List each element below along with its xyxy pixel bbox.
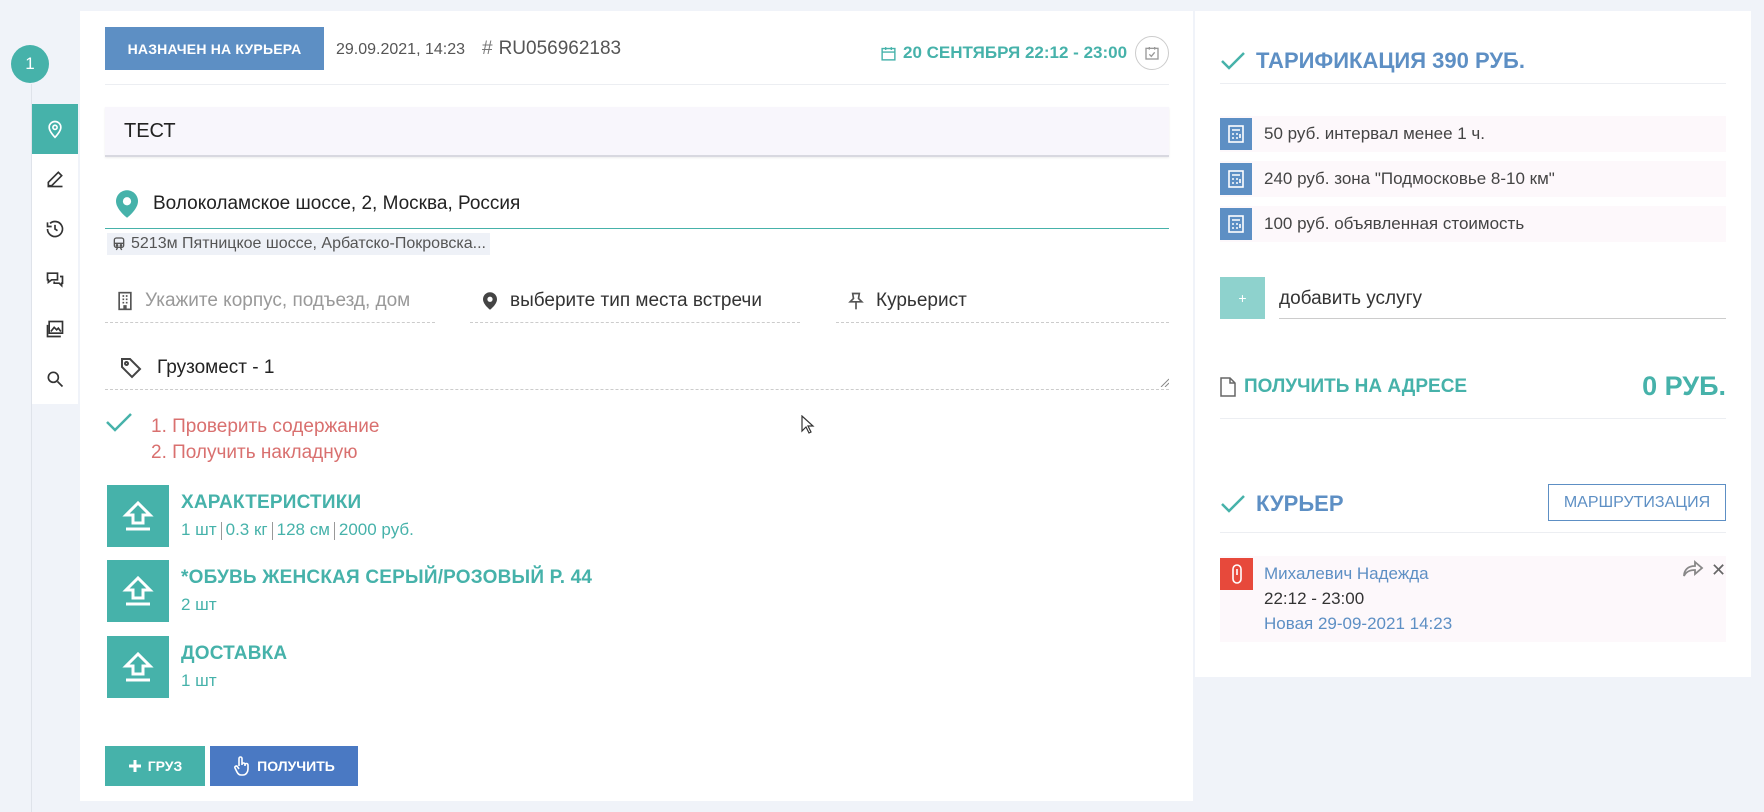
routing-button[interactable]: МАРШРУТИЗАЦИЯ xyxy=(1548,484,1726,521)
product-row[interactable]: ХАРАКТЕРИСТИКИ 1 шт 0.3 кг 128 см 2000 руб. xyxy=(107,485,414,547)
calculator-icon xyxy=(1220,118,1252,150)
rail-edit-button[interactable] xyxy=(32,154,78,204)
rail-location-button[interactable] xyxy=(32,104,78,154)
mouse-cursor-icon xyxy=(801,415,815,434)
upload-icon[interactable] xyxy=(107,636,169,698)
history-icon xyxy=(46,220,64,238)
collect-label: ПОЛУЧИТЬ НА АДРЕСЕ xyxy=(1220,376,1467,398)
metro-station: 5213м Пятницкое шоссе, Арбатско-Покровск… xyxy=(107,233,490,255)
delivery-window-text: 20 СЕНТЯБРЯ 22:12 - 23:00 xyxy=(903,43,1128,62)
product-meta: 2 шт xyxy=(181,595,217,614)
search-icon xyxy=(47,371,64,388)
tariff-item: 240 руб. зона "Подмосковье 8-10 км" xyxy=(1220,161,1726,197)
close-icon[interactable]: ✕ xyxy=(1711,560,1726,581)
cargo-places-value: Грузомест - 1 xyxy=(157,356,275,378)
tag-icon xyxy=(105,356,157,380)
product-name: *ОБУВЬ ЖЕНСКАЯ СЕРЫЙ/РОЗОВЫЙ Р. 44 xyxy=(181,567,593,588)
receive-button[interactable]: ПОЛУЧИТЬ xyxy=(210,746,358,786)
hash-icon: # xyxy=(482,38,493,59)
rail-search-button[interactable] xyxy=(32,354,78,404)
calendar-check-icon xyxy=(1145,47,1159,60)
calendar-icon xyxy=(881,46,896,61)
delivery-window[interactable]: 20 СЕНТЯБРЯ 22:12 - 23:00 xyxy=(880,43,1127,63)
task-item: 2. Получить накладную xyxy=(151,442,358,463)
tariff-title: ТАРИФИКАЦИЯ 390 РУБ. xyxy=(1256,48,1525,73)
hand-pointer-icon xyxy=(234,756,249,776)
rail-chat-button[interactable] xyxy=(32,254,78,304)
collect-divider xyxy=(1220,418,1726,419)
resize-handle-icon[interactable] xyxy=(1159,377,1169,387)
courier-divider xyxy=(1220,532,1726,533)
tariff-item-text: 240 руб. зона "Подмосковье 8-10 км" xyxy=(1264,169,1555,188)
address-input[interactable]: Волоколамское шоссе, 2, Москва, Россия xyxy=(105,179,1169,229)
task-item: 1. Проверить содержание xyxy=(151,416,380,437)
tariff-item-text: 100 руб. объявленная стоимость xyxy=(1264,214,1525,233)
courier-status: Новая 29-09-2021 14:23 xyxy=(1264,614,1453,633)
map-marker-icon xyxy=(105,189,149,218)
tariff-item-text: 50 руб. интервал менее 1 ч. xyxy=(1264,124,1486,143)
courier-time: 22:12 - 23:00 xyxy=(1264,589,1365,608)
order-panel: НАЗНАЧЕН НА КУРЬЕРА 29.09.2021, 14:23 # R… xyxy=(80,11,1193,801)
walking-courier-icon xyxy=(1220,558,1253,590)
cargo-places-input[interactable]: Грузомест - 1 xyxy=(105,346,1169,390)
upload-icon[interactable] xyxy=(107,560,169,622)
share-icon[interactable] xyxy=(1682,560,1704,578)
check-icon xyxy=(1221,52,1245,70)
check-icon xyxy=(1221,495,1245,513)
header-divider xyxy=(105,84,1169,85)
product-meta: 1 шт xyxy=(181,671,217,690)
address-text: Волоколамское шоссе, 2, Москва, Россия xyxy=(153,192,521,214)
building-input[interactable]: Укажите корпус, подъезд, дом xyxy=(105,279,435,323)
product-row[interactable]: ДОСТАВКА 1 шт xyxy=(107,636,287,698)
meeting-place-select[interactable]: выберите тип места встречи xyxy=(470,279,800,323)
order-created-date: 29.09.2021, 14:23 xyxy=(336,41,466,58)
order-number-value: RU056962183 xyxy=(498,38,622,59)
courier-name[interactable]: Михалевич Надежда xyxy=(1264,564,1429,584)
calculator-icon xyxy=(1220,163,1252,195)
add-service-button[interactable]: + xyxy=(1220,277,1265,319)
plus-icon xyxy=(128,760,141,772)
calculator-icon xyxy=(1220,208,1252,240)
chat-icon xyxy=(46,272,64,288)
product-meta: 1 шт 0.3 кг 128 см 2000 руб. xyxy=(181,520,414,540)
add-cargo-button[interactable]: ГРУЗ xyxy=(105,746,205,786)
pushpin-icon xyxy=(836,290,876,312)
product-row[interactable]: *ОБУВЬ ЖЕНСКАЯ СЕРЫЙ/РОЗОВЫЙ Р. 44 2 шт xyxy=(107,560,592,622)
gallery-icon xyxy=(46,320,64,338)
tariff-divider xyxy=(1220,83,1726,84)
metro-text: 5213м Пятницкое шоссе, Арбатско-Покровск… xyxy=(131,235,486,252)
order-title-input[interactable]: ТЕСТ xyxy=(105,107,1169,157)
building-placeholder: Укажите корпус, подъезд, дом xyxy=(145,289,411,311)
step-badge: 1 xyxy=(11,45,49,83)
tariff-header: ТАРИФИКАЦИЯ 390 РУБ. xyxy=(1220,48,1525,74)
map-pin-icon xyxy=(470,291,510,310)
courier-header: КУРЬЕР xyxy=(1220,491,1344,517)
order-status-button[interactable]: НАЗНАЧЕН НА КУРЬЕРА xyxy=(105,27,324,70)
document-icon xyxy=(1220,376,1236,397)
edit-icon xyxy=(47,171,63,188)
building-icon xyxy=(105,290,145,312)
calendar-check-button[interactable] xyxy=(1135,36,1169,70)
courier-title: КУРЬЕР xyxy=(1256,491,1344,516)
collect-amount: 0 РУБ. xyxy=(1642,371,1726,401)
product-name: ДОСТАВКА xyxy=(181,643,288,664)
upload-icon[interactable] xyxy=(107,485,169,547)
courier-type-value: Курьерист xyxy=(876,289,967,311)
train-icon xyxy=(113,237,125,251)
rail-gallery-button[interactable] xyxy=(32,304,78,354)
left-toolbar xyxy=(32,104,78,404)
order-number: # RU056962183 xyxy=(482,38,621,60)
product-name: ХАРАКТЕРИСТИКИ xyxy=(181,492,362,513)
side-panel: ТАРИФИКАЦИЯ 390 РУБ. 50 руб. интервал ме… xyxy=(1195,11,1751,677)
tariff-item: 100 руб. объявленная стоимость xyxy=(1220,206,1726,242)
collect-row: ПОЛУЧИТЬ НА АДРЕСЕ 0 РУБ. xyxy=(1220,371,1726,402)
tariff-item: 50 руб. интервал менее 1 ч. xyxy=(1220,116,1726,152)
location-pin-icon xyxy=(48,120,62,139)
courier-type-select[interactable]: Курьерист xyxy=(836,279,1169,323)
add-service-input[interactable]: добавить услугу xyxy=(1279,279,1726,319)
rail-history-button[interactable] xyxy=(32,204,78,254)
meeting-place-value: выберите тип места встречи xyxy=(510,289,762,311)
courier-card[interactable]: Михалевич Надежда 22:12 - 23:00 Новая 29… xyxy=(1220,556,1726,642)
tasks-check-icon xyxy=(106,413,132,432)
